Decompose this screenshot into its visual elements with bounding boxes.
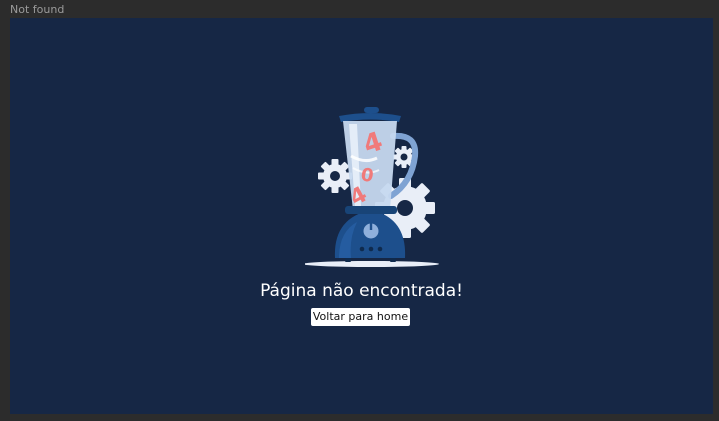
app-window: Not found 4 0 4 Página não encontrada! V… [0,0,719,421]
blender-button-1 [359,246,365,252]
page-title: Página não encontrada! [260,281,463,301]
blender-with-gears-icon: 4 0 4 [305,107,439,267]
window-title: Not found [10,3,65,16]
blender-button-3 [377,246,383,252]
not-found-page: 4 0 4 Página não encontrada! Voltar para… [10,18,713,414]
jar-lid [339,113,401,122]
floor-shadow [305,261,439,267]
blender-button-2 [368,246,374,252]
back-to-home-button[interactable]: Voltar para home [311,308,410,326]
jar-lid-knob [364,107,379,113]
